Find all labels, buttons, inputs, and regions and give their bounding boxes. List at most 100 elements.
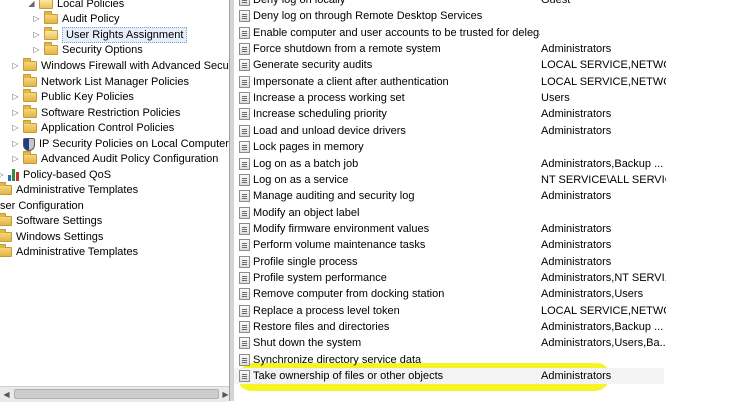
expander-icon[interactable]: ▷: [11, 120, 20, 136]
tree-node[interactable]: ▷ Windows Firewall with Advanced Security: [11, 58, 229, 74]
expander-icon[interactable]: ▷: [32, 27, 41, 43]
security-setting: LOCAL SERVICE,NETWO...: [541, 75, 666, 88]
tree-node-label[interactable]: Administrative Templates: [16, 244, 138, 260]
policy-row[interactable]: Impersonate a client after authenticatio…: [234, 74, 750, 90]
policy-name: Log on as a batch job: [253, 157, 359, 170]
tree-node-label[interactable]: Software Restriction Policies: [41, 105, 180, 121]
shield-icon: [23, 137, 35, 151]
security-setting: Administrators,Users: [541, 288, 644, 301]
tree-node[interactable]: ▷ Application Control Policies: [11, 120, 174, 136]
policy-row[interactable]: Restore files and directories Administrat…: [234, 319, 750, 335]
policy-name: Deny log on through Remote Desktop Servi…: [253, 10, 483, 23]
policy-icon: [239, 124, 250, 137]
scroll-right-icon[interactable]: ▶: [220, 389, 231, 400]
policy-row[interactable]: Remove computer from docking station Admi…: [234, 286, 750, 302]
tree-node-label[interactable]: Policy-based QoS: [23, 167, 111, 183]
scrollbar-thumb[interactable]: [14, 389, 219, 399]
policy-row[interactable]: Shut down the system Administrators,Users…: [234, 335, 750, 351]
security-setting: LOCAL SERVICE,NETWO...: [541, 304, 666, 317]
policy-row[interactable]: Perform volume maintenance tasks Administ…: [234, 237, 750, 253]
tree-node-label[interactable]: Public Key Policies: [41, 89, 134, 105]
expander-icon[interactable]: ▷: [11, 58, 20, 74]
policy-row[interactable]: Enable computer and user accounts to be …: [234, 25, 750, 41]
tree-node-label[interactable]: IP Security Policies on Local Computer: [39, 136, 229, 152]
folder-icon: [0, 182, 12, 195]
policy-row[interactable]: Modify an object label: [234, 205, 750, 221]
policy-icon: [239, 353, 250, 366]
policy-row[interactable]: Log on as a batch job Administrators,Back…: [234, 156, 750, 172]
tree-node[interactable]: ▷ User Rights Assignment: [32, 27, 188, 43]
policy-row[interactable]: Lock pages in memory: [234, 139, 750, 155]
policy-row[interactable]: Manage auditing and security log Administ…: [234, 188, 750, 204]
policy-row[interactable]: Deny log on through Remote Desktop Servi…: [234, 8, 750, 24]
tree-horizontal-scrollbar[interactable]: ◀ ▶: [0, 386, 229, 402]
policy-row[interactable]: Take ownership of files or other objects…: [234, 368, 664, 385]
expander-icon[interactable]: ▷: [32, 11, 41, 27]
folder-open-icon: [44, 27, 58, 40]
security-setting: Administrators: [541, 124, 612, 137]
tree-node[interactable]: Administrative Templates: [0, 182, 138, 198]
policy-row[interactable]: Generate security audits LOCAL SERVICE,NE…: [234, 57, 750, 73]
policy-name: Restore files and directories: [253, 321, 390, 333]
tree-node[interactable]: ▷ Audit Policy: [32, 11, 119, 27]
policy-row[interactable]: Profile system performance Administrators…: [234, 270, 750, 286]
policy-name: Synchronize directory service data: [253, 353, 422, 366]
tree-node[interactable]: ▷ IP Security Policies on Local Computer: [11, 136, 229, 152]
tree-node-label[interactable]: Audit Policy: [62, 11, 119, 27]
tree-node-label[interactable]: Software Settings: [16, 213, 102, 229]
policy-row[interactable]: Increase a process working set Users: [234, 90, 750, 106]
policy-row[interactable]: Replace a process level token LOCAL SERVI…: [234, 303, 750, 319]
folder-icon: [0, 229, 12, 242]
policy-icon: [239, 321, 250, 333]
policy-icon: [239, 271, 250, 284]
policy-name: Impersonate a client after authenticatio…: [253, 75, 449, 88]
policy-row[interactable]: Force shutdown from a remote system Admin…: [234, 41, 750, 57]
tree-node[interactable]: ▷ Policy-based QoS: [0, 167, 111, 183]
policy-icon: [239, 108, 250, 121]
tree-node-label[interactable]: User Rights Assignment: [62, 27, 188, 43]
tree-node-label[interactable]: Administrative Templates: [16, 182, 138, 198]
policy-name: Lock pages in memory: [253, 141, 364, 154]
tree-node-label[interactable]: Windows Firewall with Advanced Security: [41, 58, 229, 74]
policy-icon: [239, 370, 250, 383]
folder-icon: [23, 74, 37, 87]
scroll-left-icon[interactable]: ◀: [1, 389, 12, 400]
policy-row[interactable]: Log on as a service NT SERVICE\ALL SERVIC…: [234, 172, 750, 188]
security-setting: Administrators: [541, 222, 612, 235]
policy-row[interactable]: Modify firmware environment values Admini…: [234, 221, 750, 237]
policy-list: Deny log on locally Guest Deny log on thro…: [234, 0, 750, 401]
policy-icon: [239, 190, 250, 203]
policy-row[interactable]: Increase scheduling priority Administrato…: [234, 106, 750, 122]
policy-row[interactable]: Synchronize directory service data: [234, 352, 750, 368]
folder-icon: [23, 58, 37, 71]
tree-node[interactable]: ser Configuration: [0, 198, 84, 214]
tree-node[interactable]: ▷ Software Restriction Policies: [11, 105, 180, 121]
expander-icon[interactable]: ▷: [11, 151, 20, 167]
tree-node-label[interactable]: Advanced Audit Policy Configuration: [41, 151, 218, 167]
tree-node-label[interactable]: Windows Settings: [16, 229, 103, 245]
policy-icon: [239, 239, 250, 252]
tree-node-label[interactable]: Security Options: [62, 42, 143, 58]
tree-node[interactable]: Windows Settings: [0, 229, 103, 245]
security-setting: LOCAL SERVICE,NETWO...: [541, 59, 666, 72]
tree-node[interactable]: Software Settings: [0, 213, 102, 229]
security-setting: Administrators,NT SERVI...: [541, 271, 666, 284]
tree-node[interactable]: Administrative Templates: [0, 244, 138, 260]
security-setting: Administrators: [541, 190, 612, 203]
expander-icon[interactable]: ▷: [11, 89, 20, 105]
tree-node-label[interactable]: ser Configuration: [0, 198, 84, 214]
expander-icon[interactable]: ▷: [11, 136, 20, 152]
tree-node[interactable]: ▷ Advanced Audit Policy Configuration: [11, 151, 218, 167]
expander-icon[interactable]: ▷: [0, 167, 5, 183]
tree-node[interactable]: ▷ Security Options: [32, 42, 143, 58]
expander-icon[interactable]: ▷: [32, 42, 41, 58]
policy-icon: [239, 59, 250, 72]
tree-node-label[interactable]: Network List Manager Policies: [41, 74, 189, 90]
tree-node[interactable]: ▷ Public Key Policies: [11, 89, 134, 105]
policy-row[interactable]: Load and unload device drivers Administra…: [234, 123, 750, 139]
tree-node-label[interactable]: Application Control Policies: [41, 120, 174, 136]
expander-icon[interactable]: ▷: [11, 105, 20, 121]
tree-node[interactable]: Network List Manager Policies: [11, 74, 189, 90]
policy-row[interactable]: Profile single process Administrators: [234, 254, 750, 270]
policy-row[interactable]: Deny log on locally Guest: [234, 0, 750, 8]
